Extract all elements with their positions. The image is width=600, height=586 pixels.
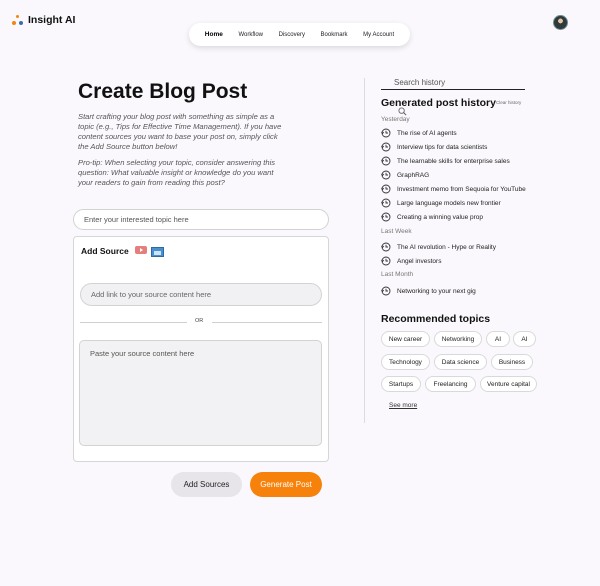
history-item-label: Networking to your next gig <box>397 287 476 295</box>
topic-chip[interactable]: Networking <box>434 331 482 347</box>
history-item[interactable]: Investment memo from Sequoia for YouTube <box>381 184 526 194</box>
history-clock-icon <box>381 184 391 194</box>
youtube-icon[interactable] <box>135 246 147 254</box>
topic-chip[interactable]: AI <box>486 331 510 347</box>
topic-chip[interactable]: Data science <box>434 354 487 370</box>
history-group-label: Last Month <box>381 271 414 278</box>
history-clock-icon <box>381 242 391 252</box>
nav-discovery[interactable]: Discovery <box>279 32 305 38</box>
logo-icon <box>12 14 23 26</box>
or-divider-right <box>212 322 322 323</box>
search-history-input[interactable] <box>381 76 525 90</box>
add-sources-button[interactable]: Add Sources <box>171 472 242 497</box>
history-clock-icon <box>381 256 391 266</box>
history-item-label: The AI revolution - Hype or Reality <box>397 243 496 251</box>
column-divider <box>364 78 365 423</box>
history-item-label: GraphRAG <box>397 171 430 179</box>
history-item[interactable]: The AI revolution - Hype or Reality <box>381 242 496 252</box>
topic-chip[interactable]: Startups <box>381 376 421 392</box>
topic-input[interactable] <box>73 209 329 230</box>
app-name: Insight AI <box>28 14 76 26</box>
history-clock-icon <box>381 170 391 180</box>
or-divider-left <box>80 322 187 323</box>
history-item[interactable]: Large language models new frontier <box>381 198 501 208</box>
history-clock-icon <box>381 156 391 166</box>
topic-chip[interactable]: AI <box>513 331 536 347</box>
topic-chip[interactable]: Freelancing <box>425 376 476 392</box>
nav-my-account[interactable]: My Account <box>363 32 394 38</box>
generate-post-button[interactable]: Generate Post <box>250 472 322 497</box>
app-logo[interactable]: Insight AI <box>12 14 75 26</box>
nav-home[interactable]: Home <box>205 31 223 38</box>
history-group-label: Yesterday <box>381 116 410 123</box>
history-title: Generated post history <box>381 97 496 109</box>
history-item-label: Large language models new frontier <box>397 199 501 207</box>
history-clock-icon <box>381 142 391 152</box>
source-link-input[interactable] <box>80 283 322 306</box>
top-nav: Home Workflow Discovery Bookmark My Acco… <box>189 23 410 46</box>
history-item[interactable]: Creating a winning value prop <box>381 212 483 222</box>
page-title: Create Blog Post <box>78 80 248 103</box>
recommended-topics-title: Recommended topics <box>381 313 491 325</box>
or-separator: OR <box>195 318 204 324</box>
pro-tip-text: Pro-tip: When selecting your topic, cons… <box>78 158 276 187</box>
history-clock-icon <box>381 286 391 296</box>
history-item-label: Creating a winning value prop <box>397 213 483 221</box>
topic-chip[interactable]: New career <box>381 331 430 347</box>
history-clock-icon <box>381 198 391 208</box>
topic-chip[interactable]: Business <box>491 354 533 370</box>
history-item[interactable]: Interview tips for data scientists <box>381 142 487 152</box>
history-item[interactable]: GraphRAG <box>381 170 429 180</box>
topic-chip[interactable]: Technology <box>381 354 430 370</box>
history-group-label: Last Week <box>381 228 412 235</box>
history-item[interactable]: Networking to your next gig <box>381 286 476 296</box>
history-clock-icon <box>381 212 391 222</box>
clear-history-link[interactable]: Clear history <box>496 100 521 105</box>
history-item-label: The rise of AI agents <box>397 129 457 137</box>
topic-chip[interactable]: Venture capital <box>480 376 537 392</box>
history-item[interactable]: The rise of AI agents <box>381 128 457 138</box>
avatar[interactable] <box>553 15 568 30</box>
history-item[interactable]: Angel investors <box>381 256 441 266</box>
history-item-label: The learnable skills for enterprise sale… <box>397 157 510 165</box>
history-item[interactable]: The learnable skills for enterprise sale… <box>381 156 510 166</box>
see-more-link[interactable]: See more <box>389 402 417 409</box>
history-item-label: Investment memo from Sequoia for YouTube <box>397 185 526 193</box>
webpage-icon[interactable] <box>151 247 164 257</box>
nav-bookmark[interactable]: Bookmark <box>321 32 348 38</box>
add-source-label: Add Source <box>81 246 129 256</box>
intro-text: Start crafting your blog post with somet… <box>78 112 282 151</box>
nav-workflow[interactable]: Workflow <box>238 32 263 38</box>
history-item-label: Interview tips for data scientists <box>397 143 488 151</box>
paste-content-textarea[interactable] <box>79 340 322 446</box>
history-item-label: Angel investors <box>397 257 442 265</box>
history-clock-icon <box>381 128 391 138</box>
